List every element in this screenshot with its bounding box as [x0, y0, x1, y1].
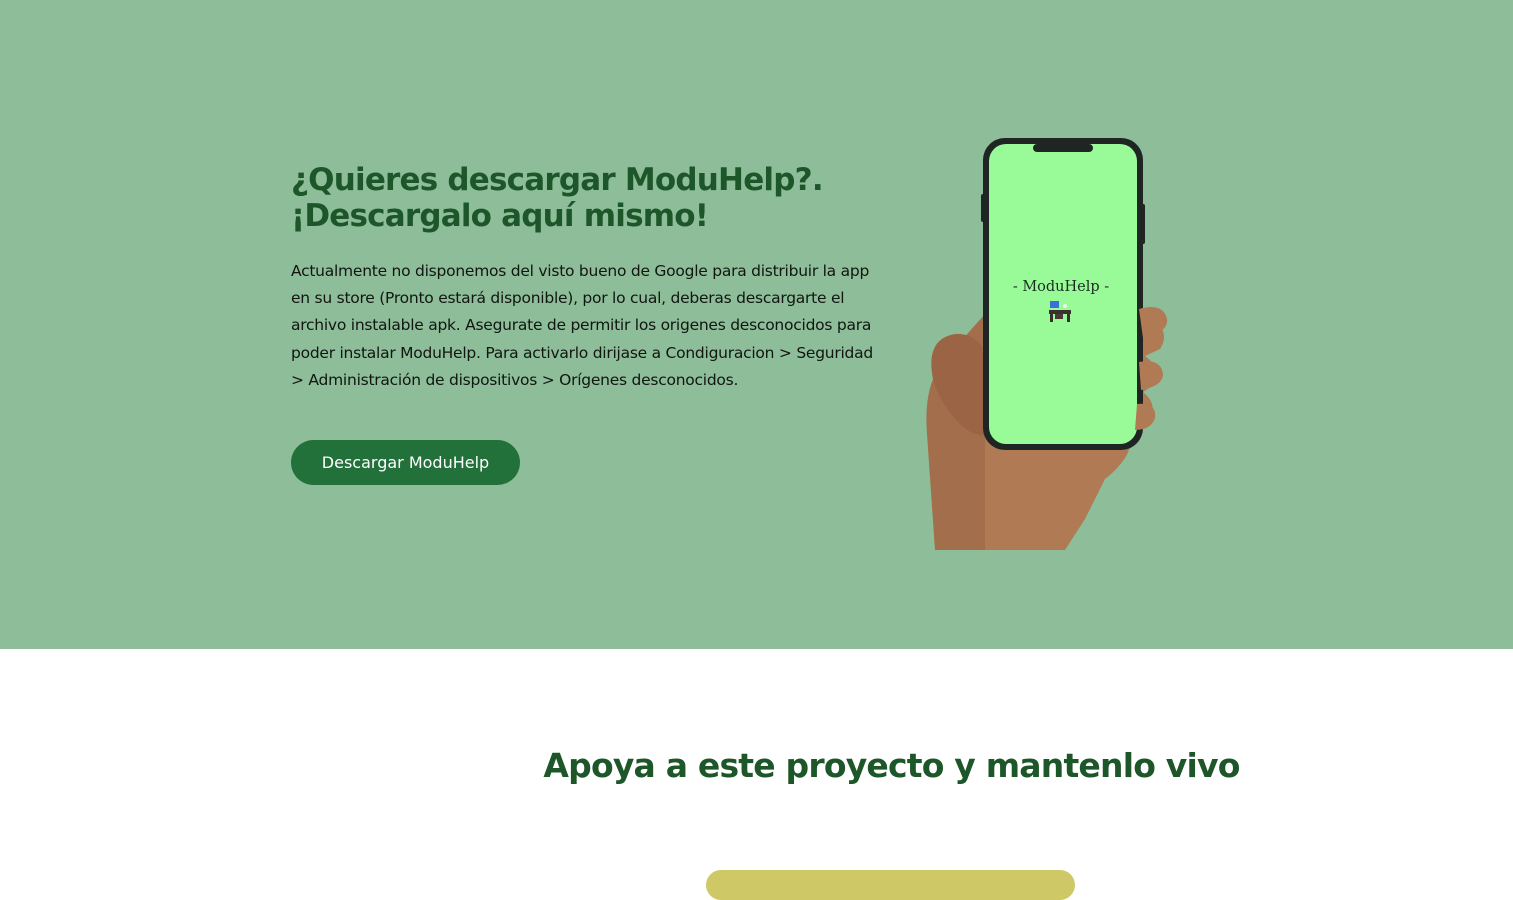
- hero-title-line-2: ¡Descargalo aquí mismo!: [291, 198, 709, 234]
- phone-screen-title: - ModuHelp -: [1013, 279, 1109, 295]
- hero-title-line-1: ¿Quieres descargar ModuHelp?.: [291, 162, 824, 198]
- hero-description: Actualmente no disponemos del visto buen…: [291, 262, 873, 389]
- finger-2: [1139, 361, 1163, 390]
- phone-side-button-left: [981, 194, 985, 222]
- phone-side-button-right: [1141, 204, 1145, 244]
- support-button[interactable]: [706, 870, 1075, 900]
- download-hero-section: ¿Quieres descargar ModuHelp?. ¡Descargal…: [0, 0, 1513, 649]
- phone-notch: [1033, 144, 1093, 152]
- support-project-title: Apoya a este proyecto y mantenlo vivo: [543, 746, 1240, 785]
- hand-holding-phone-image: - ModuHelp -: [926, 138, 1168, 550]
- download-moduhelp-button[interactable]: Descargar ModuHelp: [291, 440, 520, 485]
- hero-title: ¿Quieres descargar ModuHelp?. ¡Descargal…: [291, 162, 891, 234]
- hero-text-block: ¿Quieres descargar ModuHelp?. ¡Descargal…: [291, 162, 891, 394]
- finger-3: [1135, 403, 1156, 430]
